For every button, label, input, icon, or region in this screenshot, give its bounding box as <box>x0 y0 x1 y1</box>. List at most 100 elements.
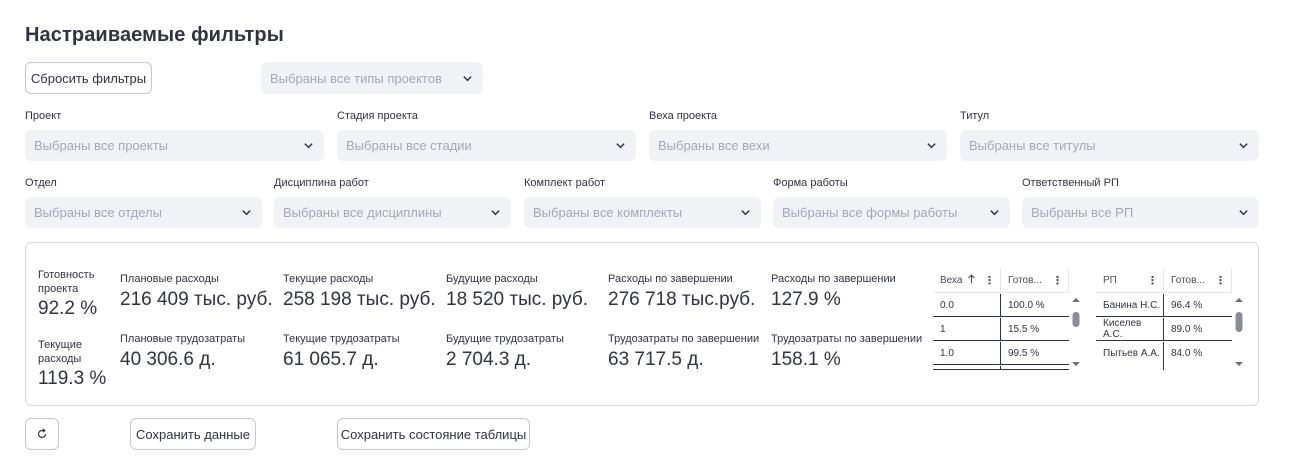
milestone-table: Веха ⋮ Готов... ⋮ 0.0 100.0 % 1 15.5 % 1… <box>933 268 1083 373</box>
cell-pm: Пытьев А.А. <box>1096 342 1164 365</box>
refresh-button[interactable] <box>25 418 59 450</box>
labor-completion-label: Трудозатраты по завершении <box>608 333 760 345</box>
stage-filter-label: Стадия проекта <box>337 110 418 122</box>
cell-milestone: 0.0 <box>933 293 1001 317</box>
table-row[interactable]: Пытьев А.А. 84.0 % <box>1096 342 1232 365</box>
labor-completion-value: 63 717.5 д. <box>608 349 704 370</box>
future-labor-label: Будущие трудозатраты <box>446 333 564 345</box>
cell-milestone: 1.0 <box>933 341 1001 365</box>
chevron-down-icon <box>461 72 473 84</box>
planned-labor-value: 40 306.6 д. <box>120 349 216 370</box>
department-filter-placeholder: Выбраны все отделы <box>34 205 162 220</box>
work-form-filter-select[interactable]: Выбраны все формы работы <box>773 197 1010 228</box>
responsible-pm-filter-label: Ответственный РП <box>1022 177 1119 189</box>
stage-filter-select[interactable]: Выбраны все стадии <box>337 130 636 161</box>
pm-table: РП ⋮ Готов... ⋮ Банина Н.С. 96.4 % Кисел… <box>1096 268 1246 373</box>
column-title: Веха <box>940 275 963 287</box>
work-set-filter-select[interactable]: Выбраны все комплекты <box>524 197 761 228</box>
chevron-down-icon <box>302 140 314 152</box>
column-menu-icon[interactable]: ⋮ <box>1147 274 1158 287</box>
responsible-pm-filter-select[interactable]: Выбраны все РП <box>1022 197 1259 228</box>
cell-readiness: 89.0 % <box>1171 323 1203 335</box>
discipline-filter-select[interactable]: Выбраны все дисциплины <box>274 197 511 228</box>
milestone-table-header: Веха ⋮ Готов... ⋮ <box>933 268 1069 293</box>
cell-readiness: 96.4 % <box>1171 299 1203 311</box>
labor-completion-pct-value: 158.1 % <box>771 349 841 370</box>
cell-partial <box>933 365 1001 370</box>
title-filter-select[interactable]: Выбраны все титулы <box>960 130 1259 161</box>
work-form-filter-label: Форма работы <box>773 177 848 189</box>
cell-readiness: 100.0 % <box>1008 299 1045 311</box>
project-types-placeholder: Выбраны все типы проектов <box>270 70 442 86</box>
save-data-button[interactable]: Сохранить данные <box>130 418 256 450</box>
vertical-scrollbar[interactable] <box>1233 295 1245 369</box>
readiness-label: Готовность проекта <box>38 269 95 295</box>
cell-milestone: 1 <box>933 317 1001 341</box>
vertical-scrollbar[interactable] <box>1070 295 1082 369</box>
column-header-readiness[interactable]: Готов... ⋮ <box>1164 268 1232 293</box>
planned-expenses-label: Плановые расходы <box>120 273 219 285</box>
table-row[interactable]: 1.0 99.5 % <box>933 341 1069 365</box>
expenses-completion-pct-label: Расходы по завершении <box>771 273 896 285</box>
milestone-filter-label: Веха проекта <box>649 110 718 122</box>
project-filter-label: Проект <box>25 110 62 122</box>
labor-completion-pct-label: Трудозатраты по завершении <box>771 333 923 345</box>
future-expenses-value: 18 520 тыс. руб. <box>446 289 589 310</box>
table-row[interactable]: Банина Н.С. 96.4 % <box>1096 293 1232 317</box>
save-table-state-label: Сохранить состояние таблицы <box>340 426 527 442</box>
expenses-completion-value: 276 718 тыс.руб. <box>608 289 756 310</box>
chevron-down-icon <box>489 207 501 219</box>
chevron-down-icon <box>1237 140 1249 152</box>
planned-expenses-value: 216 409 тыс. руб. <box>120 289 273 310</box>
work-set-filter-label: Комплект работ <box>524 177 606 189</box>
chevron-down-icon <box>614 140 626 152</box>
save-table-state-button[interactable]: Сохранить состояние таблицы <box>337 418 530 450</box>
milestone-filter-placeholder: Выбраны все вехи <box>658 138 770 153</box>
project-filter-select[interactable]: Выбраны все проекты <box>25 130 324 161</box>
save-data-label: Сохранить данные <box>136 426 250 442</box>
cell-pm: Банина Н.С. <box>1096 293 1164 317</box>
department-filter-select[interactable]: Выбраны все отделы <box>25 197 262 228</box>
chevron-down-icon <box>988 207 1000 219</box>
planned-labor-label: Плановые трудозатраты <box>120 333 246 345</box>
arrow-up-icon <box>967 274 976 287</box>
discipline-filter-placeholder: Выбраны все дисциплины <box>283 205 442 220</box>
table-row[interactable]: Киселев А.С. 89.0 % <box>1096 317 1232 341</box>
column-menu-icon[interactable]: ⋮ <box>984 274 995 287</box>
column-title: Готов... <box>1171 275 1205 286</box>
work-set-filter-placeholder: Выбраны все комплекты <box>533 205 683 220</box>
current-exp-ratio-value: 119.3 % <box>38 368 107 389</box>
column-menu-icon[interactable]: ⋮ <box>1215 274 1226 287</box>
current-labor-label: Текущие трудозатраты <box>283 333 400 345</box>
column-header-milestone-label: Веха <box>940 274 976 287</box>
cell-pm: Киселев А.С. <box>1096 317 1164 341</box>
current-expenses-label: Текущие расходы <box>283 273 374 285</box>
reset-filters-label: Сбросить фильтры <box>30 70 147 86</box>
current-expenses-value: 258 198 тыс. руб. <box>283 289 436 310</box>
stage-filter-placeholder: Выбраны все стадии <box>346 138 472 153</box>
reset-filters-button[interactable]: Сбросить фильтры <box>25 62 152 94</box>
column-header-readiness[interactable]: Готов... ⋮ <box>1001 268 1069 293</box>
project-types-select[interactable]: Выбраны все типы проектов <box>261 62 483 94</box>
refresh-icon <box>36 428 48 440</box>
current-exp-ratio-label: Текущие расходы <box>38 339 82 365</box>
table-row[interactable]: 0.0 100.0 % <box>933 293 1069 317</box>
table-row[interactable]: 1 15.5 % <box>933 317 1069 341</box>
current-labor-value: 61 065.7 д. <box>283 349 379 370</box>
cell-partial <box>1096 365 1164 370</box>
readiness-value: 92.2 % <box>38 298 98 319</box>
table-row-partial <box>933 365 1069 370</box>
chevron-down-icon <box>739 207 751 219</box>
page-title: Настраиваемые фильтры <box>25 24 284 46</box>
pm-table-header: РП ⋮ Готов... ⋮ <box>1096 268 1232 293</box>
project-filter-placeholder: Выбраны все проекты <box>34 138 169 153</box>
column-menu-icon[interactable]: ⋮ <box>1052 274 1063 287</box>
column-title: Готов... <box>1008 275 1042 286</box>
column-header-milestone[interactable]: Веха ⋮ <box>933 268 1001 293</box>
column-title: РП <box>1103 275 1117 286</box>
column-header-pm[interactable]: РП ⋮ <box>1096 268 1164 293</box>
table-row-partial <box>1096 365 1232 370</box>
cell-readiness: 15.5 % <box>1008 323 1040 335</box>
title-filter-label: Титул <box>960 110 990 122</box>
milestone-filter-select[interactable]: Выбраны все вехи <box>649 130 947 161</box>
